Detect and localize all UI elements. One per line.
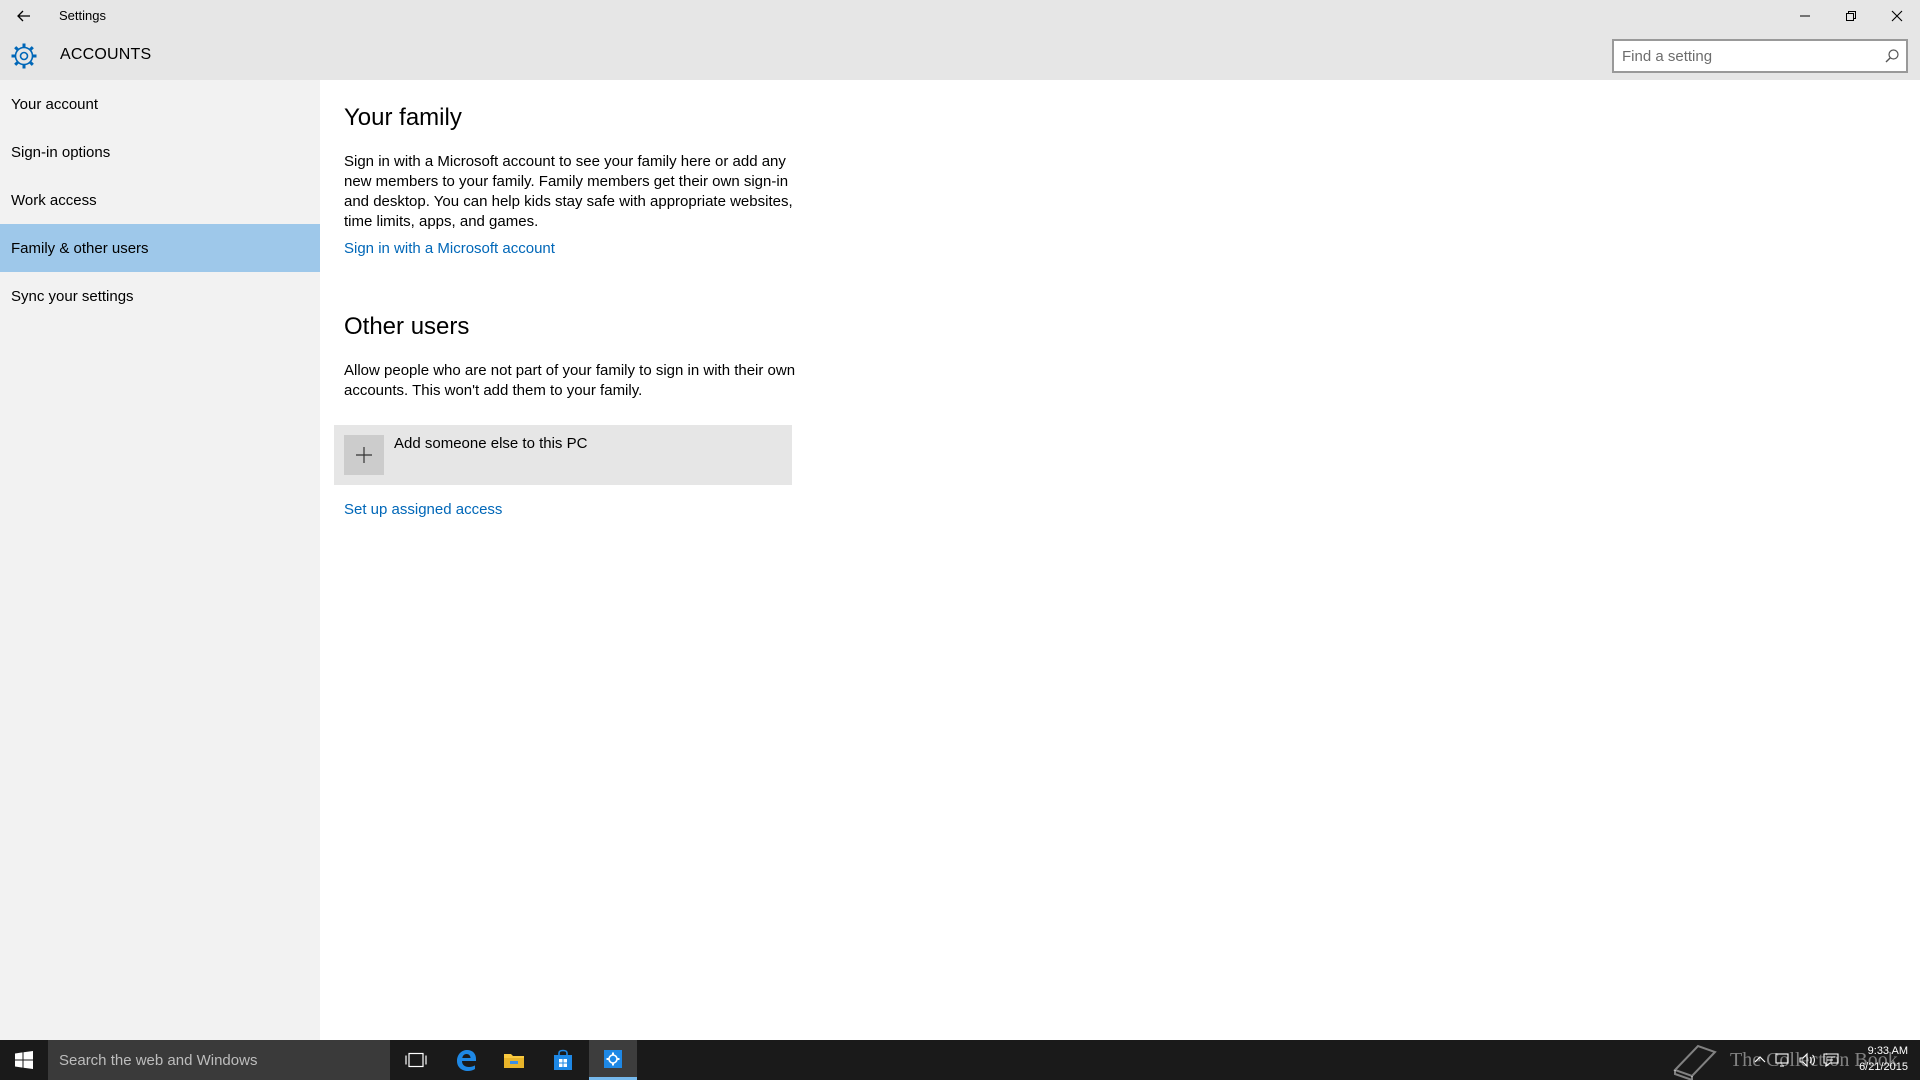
taskbar-search-box[interactable]: Search the web and Windows: [48, 1040, 390, 1080]
your-family-heading: Your family: [344, 104, 462, 131]
sidebar: Your account Sign-in options Work access…: [0, 80, 320, 1040]
taskbar: Search the web and Windows The Collectio…: [0, 1040, 1920, 1080]
clock-time: 9:33 AM: [1867, 1045, 1908, 1057]
gear-icon: [11, 43, 37, 69]
find-setting-search[interactable]: [1612, 39, 1908, 73]
windows-logo-icon: [15, 1051, 33, 1069]
set-up-assigned-access-link[interactable]: Set up assigned access: [344, 501, 502, 518]
sidebar-item-family-other-users[interactable]: Family & other users: [0, 224, 320, 272]
main-content: Your family Sign in with a Microsoft acc…: [320, 80, 1920, 1040]
settings-gear-icon: [604, 1049, 622, 1068]
title-bar: Settings: [0, 0, 1920, 32]
restore-icon: [1846, 11, 1856, 21]
plus-icon: [356, 447, 372, 463]
minimize-button[interactable]: [1782, 0, 1828, 32]
your-family-description: Sign in with a Microsoft account to see …: [344, 153, 793, 230]
task-view-icon: [405, 1052, 427, 1068]
store-button[interactable]: [539, 1040, 587, 1080]
page-title: ACCOUNTS: [60, 46, 152, 63]
window-title: Settings: [59, 8, 106, 23]
add-someone-label: Add someone else to this PC: [394, 435, 588, 452]
sidebar-item-your-account[interactable]: Your account: [0, 80, 320, 128]
action-center-icon[interactable]: [1822, 1052, 1840, 1068]
page-header: ACCOUNTS: [0, 32, 1920, 80]
sidebar-item-sync-settings[interactable]: Sync your settings: [0, 272, 320, 320]
clock-date: 6/21/2015: [1859, 1061, 1908, 1073]
close-icon: [1891, 10, 1903, 22]
sign-in-microsoft-account-link[interactable]: Sign in with a Microsoft account: [344, 240, 555, 257]
settings-taskbar-button[interactable]: [589, 1040, 637, 1080]
system-tray: [1752, 1040, 1840, 1080]
task-view-button[interactable]: [392, 1040, 440, 1080]
sidebar-item-label: Sign-in options: [11, 143, 111, 161]
plus-icon-box: [344, 435, 384, 475]
sidebar-item-label: Family & other users: [11, 239, 149, 257]
sidebar-item-label: Sync your settings: [11, 287, 134, 305]
other-users-heading: Other users: [344, 313, 470, 340]
sidebar-item-label: Work access: [11, 191, 97, 209]
edge-icon: [457, 1050, 476, 1071]
chevron-up-icon[interactable]: [1752, 1052, 1768, 1068]
start-button[interactable]: [0, 1040, 48, 1080]
sidebar-item-work-access[interactable]: Work access: [0, 176, 320, 224]
network-icon[interactable]: [1774, 1052, 1792, 1068]
restore-button[interactable]: [1828, 0, 1874, 32]
close-button[interactable]: [1874, 0, 1920, 32]
search-icon[interactable]: [1884, 48, 1900, 64]
file-explorer-button[interactable]: [490, 1040, 538, 1080]
folder-icon: [504, 1054, 524, 1068]
taskbar-search-text: Search the web and Windows: [59, 1052, 258, 1069]
sidebar-item-label: Your account: [11, 95, 99, 113]
minimize-icon: [1800, 15, 1810, 17]
back-arrow-icon: [17, 10, 30, 22]
edge-browser-button[interactable]: [442, 1040, 490, 1080]
volume-icon[interactable]: [1798, 1052, 1816, 1068]
sidebar-item-sign-in-options[interactable]: Sign-in options: [0, 128, 320, 176]
add-someone-button[interactable]: Add someone else to this PC: [334, 425, 792, 485]
book-icon: [1673, 1044, 1717, 1080]
other-users-description: Allow people who are not part of your fa…: [344, 362, 796, 399]
store-bag-icon: [554, 1049, 572, 1070]
taskbar-clock[interactable]: 9:33 AM 6/21/2015: [1848, 1043, 1908, 1075]
search-input[interactable]: [1622, 41, 1872, 71]
back-button[interactable]: [0, 0, 48, 32]
